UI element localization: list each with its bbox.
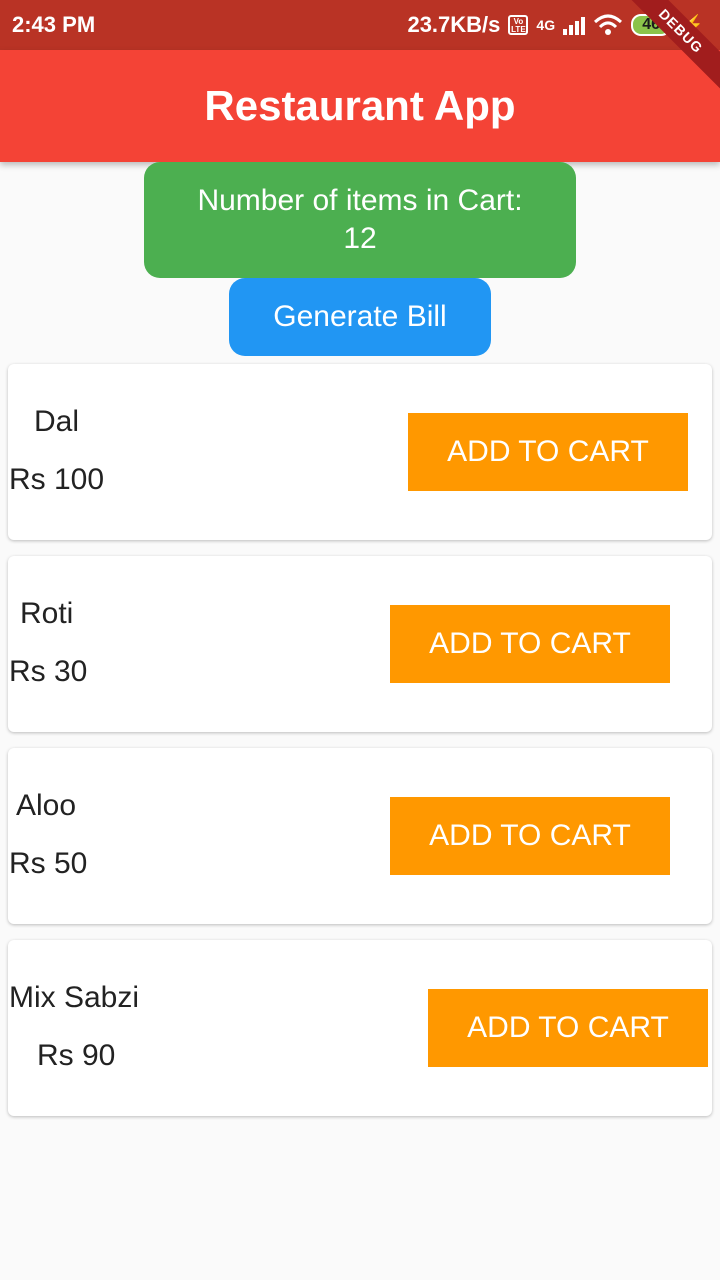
menu-item-card: Mix Sabzi Rs 90 ADD TO CART <box>8 940 712 1116</box>
menu-item-name: Aloo <box>16 789 77 822</box>
add-to-cart-button[interactable]: ADD TO CART <box>390 605 670 683</box>
add-to-cart-button[interactable]: ADD TO CART <box>428 989 708 1067</box>
cart-count-box: Number of items in Cart: 12 <box>144 162 576 278</box>
menu-item-price: Rs 30 <box>9 655 88 688</box>
add-to-cart-button[interactable]: ADD TO CART <box>390 797 670 875</box>
network-type: 4G <box>536 17 556 33</box>
wifi-icon <box>594 14 623 35</box>
volte-icon: Vo LTE <box>508 15 529 35</box>
generate-bill-button[interactable]: Generate Bill <box>229 278 491 356</box>
app-title: Restaurant App <box>204 82 516 129</box>
menu-item-price: Rs 90 <box>37 1039 116 1072</box>
menu-item-name: Mix Sabzi <box>9 981 140 1014</box>
status-time: 2:43 PM <box>12 12 96 37</box>
cart-count-label: Number of items in Cart: <box>197 184 523 217</box>
net-speed: 23.7KB/s <box>407 12 501 37</box>
menu-item-card: Aloo Rs 50 ADD TO CART <box>8 748 712 924</box>
add-to-cart-button[interactable]: ADD TO CART <box>408 413 688 491</box>
cart-count-value: 12 <box>343 222 377 255</box>
status-bar: 2:43 PM 23.7KB/s Vo LTE 4G 46 ⚡ <box>0 0 720 50</box>
menu-item-name: Dal <box>34 405 80 438</box>
menu-item-price: Rs 50 <box>9 847 88 880</box>
signal-icon <box>563 15 586 35</box>
menu-item-card: Dal Rs 100 ADD TO CART <box>8 364 712 540</box>
menu-item-price: Rs 100 <box>9 463 105 496</box>
app-bar: Restaurant App <box>0 50 720 162</box>
menu-item-name: Roti <box>20 597 74 630</box>
menu-item-card: Roti Rs 30 ADD TO CART <box>8 556 712 732</box>
